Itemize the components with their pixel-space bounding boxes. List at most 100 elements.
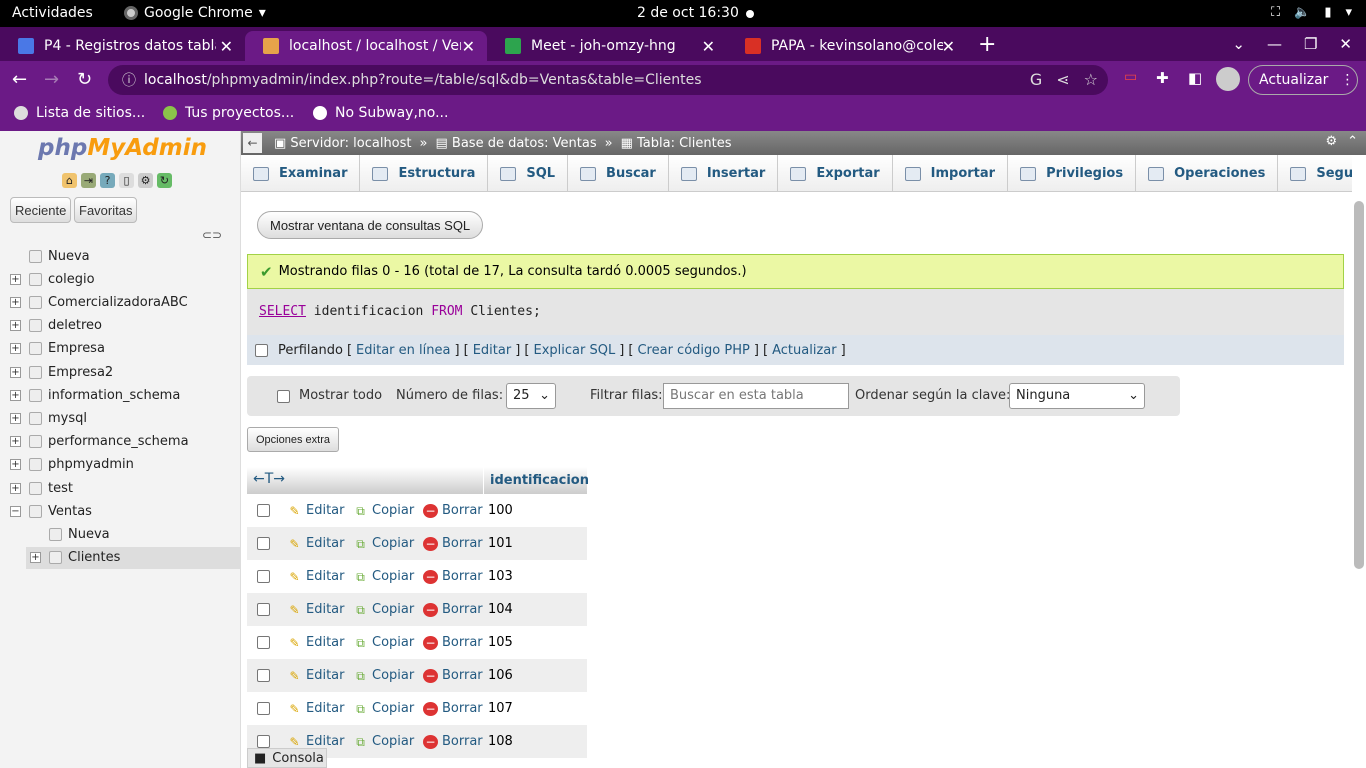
- tab-insert[interactable]: Insertar: [669, 155, 779, 191]
- expand-toggle-icon[interactable]: +: [10, 343, 21, 355]
- tree-item[interactable]: + Empresa: [0, 338, 240, 360]
- cell-identificacion[interactable]: 103: [488, 569, 513, 584]
- scrollbar[interactable]: [1354, 201, 1364, 569]
- row-checkbox[interactable]: [257, 636, 270, 649]
- gear-icon[interactable]: ⚙: [138, 173, 153, 188]
- row-checkbox[interactable]: [257, 537, 270, 550]
- collapse-top-icon[interactable]: ⌃: [1347, 134, 1358, 149]
- rows-select[interactable]: 25 ⌄: [506, 383, 556, 409]
- expand-toggle-icon[interactable]: +: [10, 296, 21, 308]
- bookmark-item[interactable]: Lista de sitios...: [14, 105, 145, 121]
- back-icon[interactable]: ←: [12, 69, 27, 90]
- cell-identificacion[interactable]: 100: [488, 503, 513, 518]
- copy-row-button[interactable]: ⧉ Copiar: [353, 734, 414, 749]
- cast-icon[interactable]: ▭: [1124, 69, 1137, 85]
- copy-row-button[interactable]: ⧉ Copiar: [353, 602, 414, 617]
- link-icon[interactable]: ⊂⊃: [202, 228, 222, 242]
- update-button[interactable]: Actualizar ⋮: [1248, 65, 1358, 95]
- close-icon[interactable]: ✕: [702, 37, 715, 56]
- edit-row-button[interactable]: ✎ Editar: [287, 734, 344, 749]
- tab-import[interactable]: Importar: [893, 155, 1009, 191]
- create-php-link[interactable]: Crear código PHP: [637, 343, 749, 358]
- filter-input[interactable]: Buscar en esta tabla: [663, 383, 849, 409]
- reload-icon[interactable]: ↻: [157, 173, 172, 188]
- system-tray[interactable]: ⛶ 🔈 ▮ ▾: [1271, 5, 1352, 20]
- row-checkbox[interactable]: [257, 702, 270, 715]
- close-icon[interactable]: ✕: [942, 37, 955, 56]
- tab-structure[interactable]: Estructura: [360, 155, 489, 191]
- refresh-link[interactable]: Actualizar: [772, 343, 836, 358]
- delete-row-button[interactable]: − Borrar: [423, 668, 483, 683]
- home-icon[interactable]: ⌂: [62, 173, 77, 188]
- expand-toggle-icon[interactable]: +: [10, 366, 21, 378]
- delete-row-button[interactable]: − Borrar: [423, 701, 483, 716]
- tab-privileges[interactable]: Privilegios: [1008, 155, 1137, 191]
- reload-icon[interactable]: ↻: [77, 69, 92, 90]
- cell-identificacion[interactable]: 106: [488, 668, 513, 683]
- expand-toggle-icon[interactable]: +: [10, 320, 21, 332]
- maximize-icon[interactable]: ❐: [1304, 35, 1317, 53]
- console-toggle[interactable]: ■ Consola: [247, 748, 327, 768]
- cell-identificacion[interactable]: 105: [488, 635, 513, 650]
- tree-item[interactable]: + mysql: [0, 407, 240, 429]
- close-window-icon[interactable]: ✕: [1339, 35, 1352, 53]
- expand-toggle-icon[interactable]: +: [10, 482, 21, 494]
- tree-item[interactable]: + test: [0, 477, 240, 499]
- tree-item[interactable]: + ComercializadoraABC: [0, 291, 240, 313]
- expand-toggle-icon[interactable]: +: [10, 436, 21, 448]
- tree-item[interactable]: + Empresa2: [0, 361, 240, 383]
- expand-toggle-icon[interactable]: +: [10, 412, 21, 424]
- tree-item[interactable]: − Ventas: [0, 500, 240, 522]
- expand-toggle-icon[interactable]: −: [10, 505, 21, 517]
- expand-toggle-icon[interactable]: +: [10, 273, 21, 285]
- sidepanel-icon[interactable]: ◧: [1188, 69, 1202, 87]
- help-icon[interactable]: ?: [100, 173, 115, 188]
- edit-row-button[interactable]: ✎ Editar: [287, 569, 344, 584]
- expand-toggle-icon[interactable]: +: [10, 459, 21, 471]
- bookmark-item[interactable]: Tus proyectos...: [163, 105, 294, 121]
- breadcrumb-server[interactable]: ▣ Servidor: localhost: [274, 136, 412, 151]
- expand-toggle-icon[interactable]: +: [10, 389, 21, 401]
- cell-identificacion[interactable]: 108: [488, 734, 513, 749]
- delete-row-button[interactable]: − Borrar: [423, 734, 483, 749]
- delete-row-button[interactable]: − Borrar: [423, 602, 483, 617]
- row-checkbox[interactable]: [257, 504, 270, 517]
- copy-row-button[interactable]: ⧉ Copiar: [353, 503, 414, 518]
- show-all-checkbox[interactable]: [277, 390, 290, 403]
- address-bar[interactable]: ⓘ localhost/phpmyadmin/index.php?route=/…: [108, 65, 1108, 95]
- browser-tab-active[interactable]: localhost / localhost / Ven ✕: [245, 31, 487, 61]
- tree-item[interactable]: Nueva: [0, 245, 240, 267]
- tree-item[interactable]: + colegio: [0, 268, 240, 290]
- cell-identificacion[interactable]: 104: [488, 602, 513, 617]
- tab-export[interactable]: Exportar: [778, 155, 893, 191]
- delete-row-button[interactable]: − Borrar: [423, 503, 483, 518]
- google-icon[interactable]: G: [1030, 70, 1042, 89]
- docs-icon[interactable]: ▯: [119, 173, 134, 188]
- browser-tab[interactable]: Meet - joh-omzy-hng ✕: [487, 31, 727, 61]
- explain-sql-link[interactable]: Explicar SQL: [534, 343, 616, 358]
- gear-icon[interactable]: ⚙: [1325, 134, 1337, 149]
- copy-row-button[interactable]: ⧉ Copiar: [353, 701, 414, 716]
- column-arrows-icon[interactable]: ←T→: [253, 471, 285, 487]
- tab-search[interactable]: Buscar: [568, 155, 669, 191]
- tree-item[interactable]: Nueva: [26, 523, 240, 545]
- star-icon[interactable]: ☆: [1084, 70, 1098, 89]
- share-icon[interactable]: ⋖: [1056, 70, 1069, 89]
- sql-keyword[interactable]: SELECT: [259, 304, 306, 319]
- expand-toggle-icon[interactable]: +: [30, 552, 41, 564]
- close-icon[interactable]: ✕: [462, 37, 475, 56]
- delete-row-button[interactable]: − Borrar: [423, 569, 483, 584]
- copy-row-button[interactable]: ⧉ Copiar: [353, 668, 414, 683]
- tree-item[interactable]: + information_schema: [0, 384, 240, 406]
- tree-item[interactable]: + Clientes: [26, 546, 240, 569]
- tab-sql[interactable]: SQL: [488, 155, 569, 191]
- activities-button[interactable]: Actividades: [12, 5, 93, 21]
- edit-row-button[interactable]: ✎ Editar: [287, 602, 344, 617]
- minimize-icon[interactable]: —: [1267, 35, 1282, 53]
- row-checkbox[interactable]: [257, 570, 270, 583]
- edit-row-button[interactable]: ✎ Editar: [287, 536, 344, 551]
- copy-row-button[interactable]: ⧉ Copiar: [353, 569, 414, 584]
- show-sql-window-button[interactable]: Mostrar ventana de consultas SQL: [257, 211, 484, 239]
- delete-row-button[interactable]: − Borrar: [423, 536, 483, 551]
- close-icon[interactable]: ✕: [220, 37, 233, 56]
